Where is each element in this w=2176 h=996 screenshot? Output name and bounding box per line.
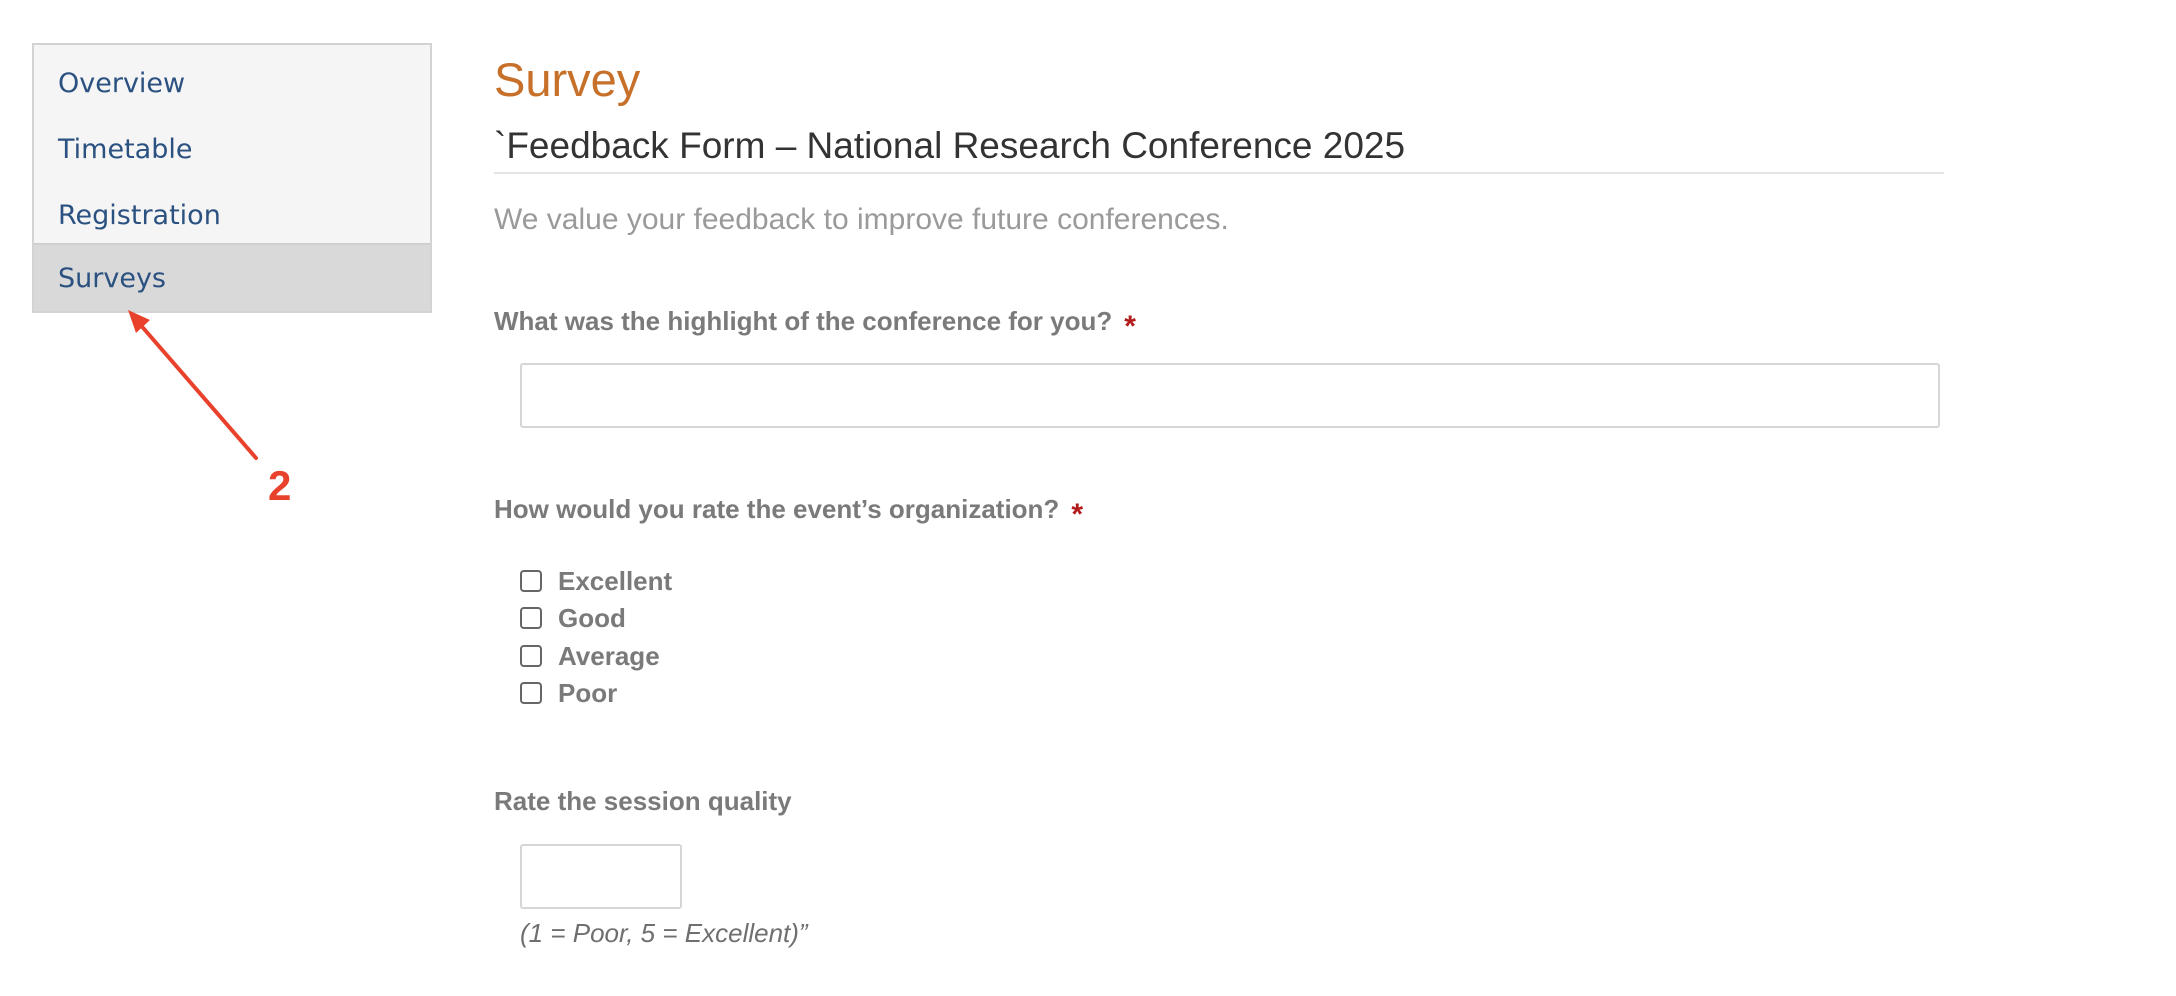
option-label: Good (558, 602, 626, 633)
sidebar-nav: Overview Timetable Registration Surveys (32, 43, 432, 313)
option-excellent[interactable]: Excellent (520, 564, 672, 598)
option-good[interactable]: Good (520, 601, 626, 635)
question-organization-label: How would you rate the event’s organizat… (494, 492, 1083, 531)
option-poor[interactable]: Poor (520, 676, 617, 710)
form-description: We value your feedback to improve future… (494, 203, 1229, 236)
sidebar-item-surveys[interactable]: Surveys (34, 243, 430, 311)
title-divider (494, 172, 1944, 174)
checkbox-poor[interactable] (520, 682, 542, 704)
option-label: Average (558, 640, 660, 671)
question-organization-text: How would you rate the event’s organizat… (494, 494, 1060, 524)
option-average[interactable]: Average (520, 639, 660, 673)
question-highlight-label: What was the highlight of the conference… (494, 304, 1136, 343)
question-highlight-text: What was the highlight of the conference… (494, 306, 1113, 336)
checkbox-good[interactable] (520, 607, 542, 629)
required-star: * (1071, 498, 1083, 531)
rating-hint: (1 = Poor, 5 = Excellent)” (520, 918, 808, 948)
sidebar-item-timetable[interactable]: Timetable (34, 117, 430, 183)
session-quality-input[interactable] (520, 844, 682, 909)
option-label: Excellent (558, 565, 673, 596)
highlight-input[interactable] (520, 363, 1940, 428)
page-title: Survey (494, 53, 641, 106)
checkbox-excellent[interactable] (520, 570, 542, 592)
sidebar-item-registration[interactable]: Registration (34, 183, 430, 249)
question-session-quality-label: Rate the session quality (494, 786, 792, 816)
required-star: * (1124, 310, 1136, 343)
annotation-number: 2 (268, 462, 292, 509)
form-title: `Feedback Form – National Research Confe… (494, 125, 1406, 166)
checkbox-average[interactable] (520, 645, 542, 667)
sidebar-item-overview[interactable]: Overview (34, 51, 430, 117)
survey-main: Survey `Feedback Form – National Researc… (494, 0, 1944, 996)
option-label: Poor (558, 677, 618, 708)
